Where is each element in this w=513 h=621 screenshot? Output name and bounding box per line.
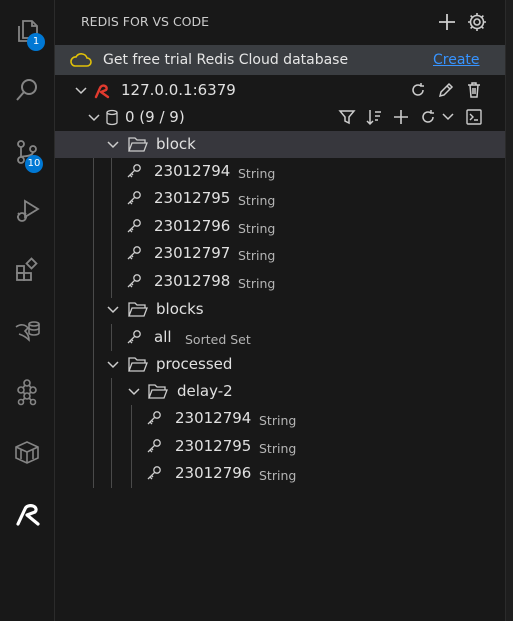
key-type: String bbox=[259, 468, 297, 483]
key-icon bbox=[127, 164, 141, 178]
filter-icon[interactable] bbox=[338, 108, 356, 126]
database-icon bbox=[106, 109, 118, 126]
graph-nodes-icon bbox=[17, 379, 37, 406]
settings-gear-icon[interactable] bbox=[466, 11, 488, 33]
folder-open-icon bbox=[128, 137, 148, 152]
package-activity[interactable] bbox=[0, 428, 54, 476]
folder-open-icon bbox=[128, 302, 148, 317]
explorer-activity[interactable]: 1 bbox=[0, 7, 54, 55]
key-type: String bbox=[238, 221, 276, 236]
database-activity[interactable] bbox=[0, 306, 54, 354]
key-icon bbox=[127, 191, 141, 205]
key-type: String bbox=[238, 166, 276, 181]
key-name: 23012797 bbox=[154, 244, 231, 262]
connection-label: 127.0.0.1:6379 bbox=[121, 81, 236, 99]
key-type: String bbox=[238, 276, 276, 291]
redis-logo-icon bbox=[16, 504, 40, 526]
key-type: String bbox=[238, 193, 276, 208]
folder-label: blocks bbox=[156, 300, 204, 318]
editor-edge bbox=[505, 0, 513, 621]
sidebar-title: REDIS FOR VS CODE bbox=[81, 14, 210, 29]
key-icon bbox=[147, 466, 161, 480]
redis-activity[interactable] bbox=[0, 490, 54, 538]
source-control-badge: 10 bbox=[25, 155, 43, 173]
key-name: all bbox=[154, 328, 172, 346]
folder-row-blocks[interactable]: blocks bbox=[55, 296, 505, 323]
redis-sidebar: REDIS FOR VS CODE Get free trial Redis C… bbox=[55, 0, 505, 621]
key-row[interactable]: all Sorted Set bbox=[55, 324, 505, 351]
key-name: 23012798 bbox=[154, 272, 231, 290]
key-type: String bbox=[238, 248, 276, 263]
source-control-activity[interactable]: 10 bbox=[0, 128, 54, 176]
folder-open-icon bbox=[148, 384, 168, 399]
activity-bar: 1 10 bbox=[0, 0, 55, 621]
key-row[interactable]: 23012795 String bbox=[55, 433, 505, 460]
search-activity[interactable] bbox=[0, 66, 54, 114]
extensions-activity[interactable] bbox=[0, 246, 54, 294]
chevron-down-icon[interactable] bbox=[87, 111, 101, 125]
chevron-down-icon[interactable] bbox=[106, 303, 120, 317]
graph-activity[interactable] bbox=[0, 368, 54, 416]
terminal-icon[interactable] bbox=[465, 108, 483, 126]
connection-row[interactable]: 127.0.0.1:6379 bbox=[55, 77, 505, 104]
add-key-icon[interactable] bbox=[392, 108, 410, 126]
key-name: 23012794 bbox=[154, 162, 231, 180]
key-icon bbox=[127, 246, 141, 260]
key-row[interactable]: 23012796 String bbox=[55, 460, 505, 487]
key-type: String bbox=[259, 441, 297, 456]
edit-pencil-icon[interactable] bbox=[437, 81, 455, 99]
chevron-down-icon[interactable] bbox=[106, 358, 120, 372]
key-type: String bbox=[259, 413, 297, 428]
folder-label: block bbox=[156, 135, 196, 153]
sort-icon[interactable] bbox=[365, 108, 383, 126]
key-row[interactable]: 23012794 String bbox=[55, 405, 505, 432]
key-row[interactable]: 23012794 String bbox=[55, 158, 505, 185]
key-name: 23012795 bbox=[175, 437, 252, 455]
key-icon bbox=[127, 330, 141, 344]
key-name: 23012796 bbox=[154, 217, 231, 235]
search-icon bbox=[16, 79, 37, 101]
refresh-icon[interactable] bbox=[409, 81, 427, 99]
key-icon bbox=[127, 274, 141, 288]
cloud-icon bbox=[70, 53, 92, 67]
trash-icon[interactable] bbox=[465, 81, 483, 99]
refresh-icon[interactable] bbox=[419, 108, 437, 126]
folder-row-block[interactable]: block bbox=[55, 131, 505, 158]
database-row[interactable]: 0 (9 / 9) bbox=[55, 104, 505, 131]
key-icon bbox=[147, 411, 161, 425]
key-icon bbox=[127, 219, 141, 233]
key-row[interactable]: 23012797 String bbox=[55, 240, 505, 267]
chevron-down-icon[interactable] bbox=[441, 110, 455, 124]
folder-label: delay-2 bbox=[177, 382, 233, 400]
sidebar-header: REDIS FOR VS CODE bbox=[55, 0, 505, 44]
key-name: 23012795 bbox=[154, 189, 231, 207]
folder-row-processed[interactable]: processed bbox=[55, 351, 505, 378]
key-row[interactable]: 23012795 String bbox=[55, 185, 505, 212]
folder-label: processed bbox=[156, 355, 233, 373]
extensions-icon bbox=[16, 257, 38, 281]
key-row[interactable]: 23012798 String bbox=[55, 268, 505, 295]
database-label: 0 (9 / 9) bbox=[125, 108, 185, 126]
key-type: Sorted Set bbox=[185, 332, 251, 347]
key-row[interactable]: 23012796 String bbox=[55, 213, 505, 240]
add-icon[interactable] bbox=[436, 11, 458, 33]
create-link[interactable]: Create bbox=[433, 52, 480, 68]
chevron-down-icon[interactable] bbox=[106, 138, 120, 152]
debug-icon bbox=[17, 199, 40, 222]
chevron-down-icon[interactable] bbox=[74, 84, 88, 98]
run-debug-activity[interactable] bbox=[0, 186, 54, 234]
key-name: 23012796 bbox=[175, 464, 252, 482]
package-box-icon bbox=[15, 441, 39, 464]
key-icon bbox=[147, 439, 161, 453]
key-name: 23012794 bbox=[175, 409, 252, 427]
folder-open-icon bbox=[128, 357, 148, 372]
explorer-badge: 1 bbox=[27, 33, 45, 51]
banner-text: Get free trial Redis Cloud database bbox=[103, 52, 349, 68]
redis-connection-icon bbox=[94, 84, 110, 99]
folder-row-delay-2[interactable]: delay-2 bbox=[55, 378, 505, 405]
chevron-down-icon[interactable] bbox=[127, 385, 141, 399]
database-dolphin-icon bbox=[15, 321, 40, 342]
cloud-trial-banner: Get free trial Redis Cloud database Crea… bbox=[55, 45, 505, 75]
